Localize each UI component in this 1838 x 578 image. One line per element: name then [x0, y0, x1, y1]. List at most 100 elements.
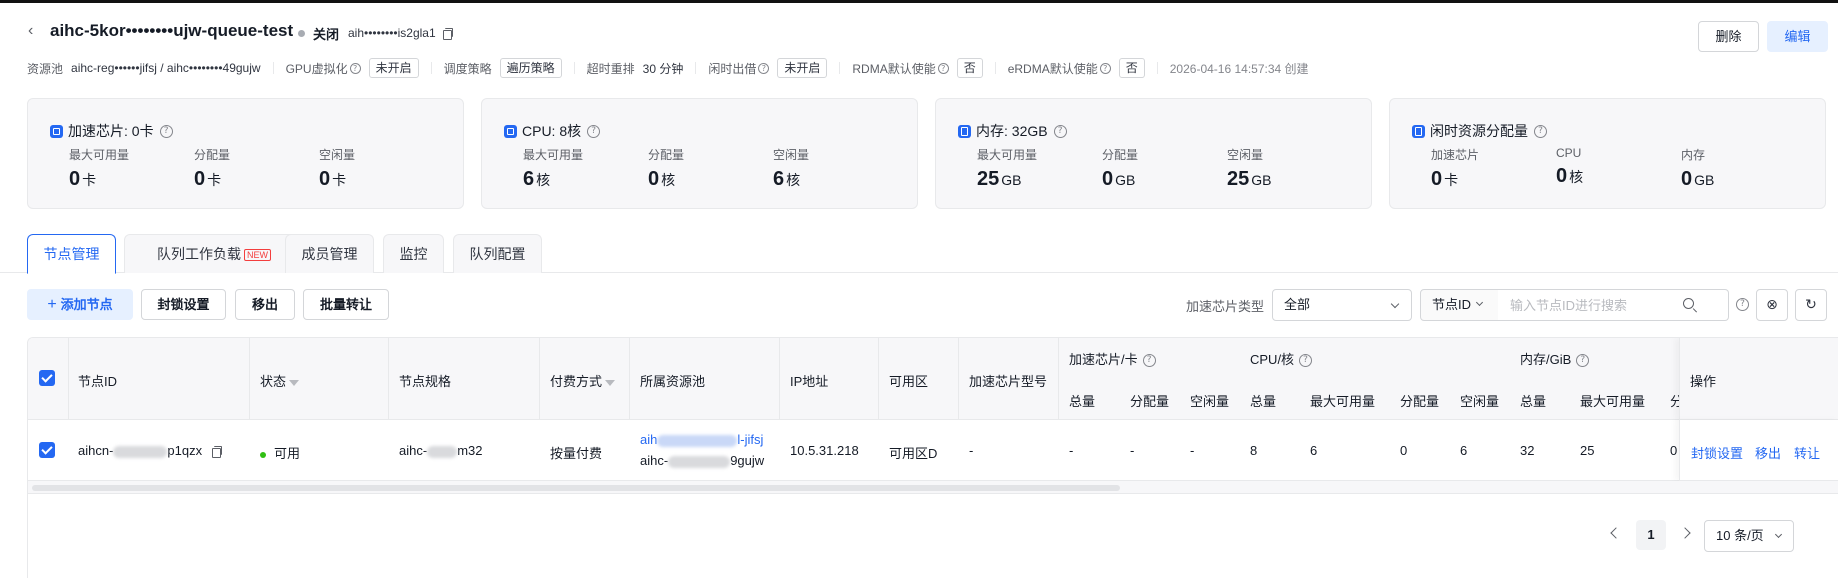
tab-node-management[interactable]: 节点管理: [27, 234, 116, 274]
copy-icon[interactable]: [210, 445, 222, 458]
pool-link-suffix: l-jifsj: [737, 432, 764, 447]
column-divider: [388, 338, 389, 420]
chevron-down-icon: [1390, 299, 1400, 309]
erdma-label: eRDMA默认使能: [1007, 61, 1098, 76]
pool-sub-prefix: aihc-: [640, 453, 669, 468]
plus-icon: +: [47, 296, 57, 313]
help-icon[interactable]: ?: [758, 62, 770, 74]
delete-button[interactable]: 删除: [1698, 21, 1759, 52]
chip-type-label: 加速芯片类型: [1186, 299, 1265, 314]
horizontal-scrollbar[interactable]: [28, 481, 1838, 494]
node-id-suffix: p1qzx: [167, 443, 203, 458]
timeout-value: 30 分钟: [642, 61, 684, 76]
tab-member-management[interactable]: 成员管理: [285, 234, 374, 273]
card-title-text: 加速芯片: 0卡: [68, 123, 154, 139]
chip-total-cell: -: [1069, 443, 1074, 458]
search-field-select[interactable]: 节点ID: [1420, 289, 1499, 321]
metric-unit: 核: [536, 172, 551, 188]
idle-resource-icon: [1412, 124, 1425, 138]
search-icon[interactable]: [1683, 298, 1694, 309]
metric-unit: 卡: [332, 172, 347, 188]
erdma-tag: 否: [1118, 58, 1145, 78]
page-title: aihc-5kor••••••••ujw-queue-test: [50, 21, 294, 40]
col-cpu-free: 空闲量: [1460, 394, 1500, 409]
metric-label: 最大可用量: [69, 148, 130, 162]
chip-free-cell: -: [1190, 443, 1195, 458]
chip-type-select[interactable]: 全部: [1272, 289, 1412, 321]
help-icon[interactable]: ?: [1736, 298, 1749, 311]
lock-settings-button[interactable]: 封锁设置: [141, 289, 226, 320]
tab-queue-config[interactable]: 队列配置: [453, 234, 542, 273]
help-icon[interactable]: ?: [1534, 124, 1547, 138]
col-payment-label: 付费方式: [550, 374, 603, 389]
batch-transfer-button[interactable]: 批量转让: [303, 289, 389, 320]
lock-settings-link[interactable]: 封锁设置: [1691, 443, 1743, 462]
node-id-prefix: aihcn-: [78, 443, 114, 458]
back-arrow-icon[interactable]: ‹: [28, 23, 42, 39]
col-status[interactable]: 状态: [260, 371, 300, 390]
help-icon[interactable]: ?: [159, 124, 173, 138]
page-number-current[interactable]: 1: [1636, 520, 1666, 550]
chip-resource-card: 加速芯片: 0卡 ? 最大可用量 0 卡 分配量 0 卡 空闲量 0 卡: [27, 98, 464, 209]
copy-icon[interactable]: [441, 27, 453, 40]
mem-total-cell: 32: [1520, 443, 1535, 458]
tab-queue-workload[interactable]: 队列工作负载 NEW: [124, 234, 304, 273]
col-ip: IP地址: [790, 374, 829, 389]
divider: [994, 62, 996, 74]
scrollbar-thumb[interactable]: [32, 485, 1120, 491]
move-out-link[interactable]: 移出: [1755, 443, 1781, 462]
column-settings-icon[interactable]: ⊗: [1756, 289, 1788, 321]
help-icon[interactable]: ?: [1576, 354, 1590, 368]
filter-icon[interactable]: [289, 379, 300, 386]
col-pool: 所属资源池: [640, 374, 706, 389]
pool-link[interactable]: aih l-jifsj: [640, 432, 763, 447]
metric: 分配量 0 卡: [194, 146, 230, 191]
add-node-button[interactable]: + 添加节点: [27, 289, 133, 320]
col-chip-free: 空闲量: [1190, 394, 1230, 409]
help-icon[interactable]: ?: [587, 124, 601, 138]
status-label: 关闭: [313, 27, 340, 42]
help-icon[interactable]: ?: [1099, 62, 1111, 74]
zone-cell: 可用区D: [889, 446, 938, 461]
col-spec: 节点规格: [399, 374, 452, 389]
filter-icon[interactable]: [605, 379, 616, 386]
page-size-select[interactable]: 10 条/页: [1704, 520, 1794, 552]
column-divider: [1058, 338, 1059, 420]
metric-label: 分配量: [648, 148, 685, 162]
help-icon[interactable]: ?: [1053, 124, 1067, 138]
edit-button[interactable]: 编辑: [1767, 21, 1828, 52]
pool-label: 资源池: [27, 61, 64, 76]
search-input[interactable]: [1498, 289, 1729, 321]
idle-label: 闲时出借: [708, 61, 757, 76]
idle-resource-card: 闲时资源分配量 ? 加速芯片 0 卡 CPU 0 核 内存 0 GB: [1389, 98, 1826, 209]
metric: 空闲量 25 GB: [1227, 146, 1271, 191]
move-out-button[interactable]: 移出: [235, 289, 295, 320]
transfer-link[interactable]: 转让: [1794, 443, 1820, 462]
select-all-checkbox[interactable]: [39, 370, 55, 386]
metric-unit: 核: [1569, 169, 1584, 185]
col-chip-model: 加速芯片型号: [969, 374, 1048, 389]
metric-value: 6: [773, 168, 785, 190]
row-checkbox[interactable]: [39, 442, 55, 458]
operations-column: 操作 封锁设置 移出 转让: [1679, 338, 1838, 481]
table-row[interactable]: aihcn-p1qzx 可用 aihc-m32 按量付费 aih l-jifsj …: [28, 420, 1838, 481]
help-icon[interactable]: ?: [1142, 354, 1156, 368]
col-operations: 操作: [1690, 374, 1717, 389]
pool-sub: aihc- 9gujw: [640, 453, 764, 468]
column-divider: [539, 338, 540, 420]
col-group-cpu-label: CPU/核: [1250, 352, 1295, 367]
timeout-label: 超时重排: [586, 61, 635, 76]
help-icon[interactable]: ?: [1299, 354, 1313, 368]
help-icon[interactable]: ?: [349, 62, 361, 74]
help-icon[interactable]: ?: [937, 62, 949, 74]
tab-monitoring[interactable]: 监控: [383, 234, 444, 273]
col-group-cpu: CPU/核?: [1250, 349, 1313, 368]
operations-cell: 封锁设置 移出 转让: [1679, 420, 1838, 481]
window-top-border: [0, 0, 1838, 3]
col-group-chip-label: 加速芯片/卡: [1069, 352, 1138, 367]
metric-value: 0: [648, 168, 660, 190]
mem-alloc-cell: 0: [1670, 443, 1678, 458]
col-node-id: 节点ID: [78, 374, 118, 389]
refresh-icon[interactable]: ↻: [1795, 289, 1827, 321]
col-payment[interactable]: 付费方式: [550, 371, 616, 390]
